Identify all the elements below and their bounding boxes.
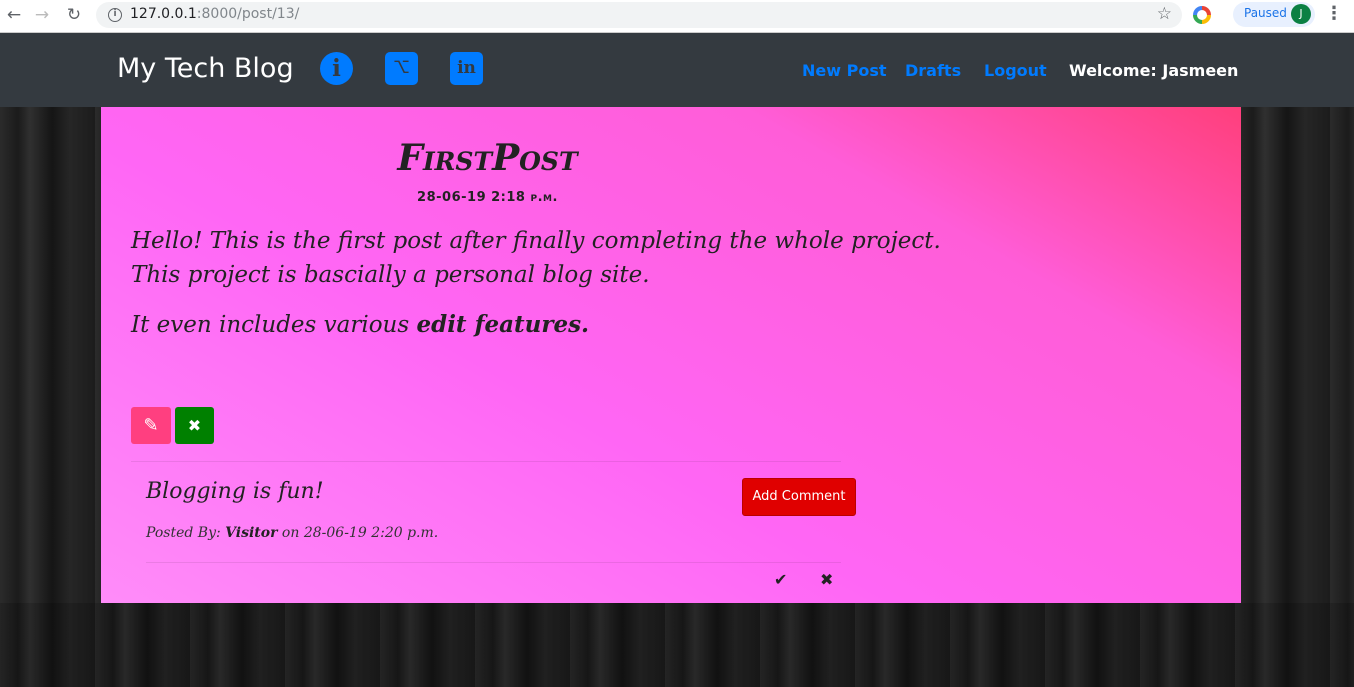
comment-text: Blogging is fun! <box>146 479 324 504</box>
profile-status: Paused <box>1244 6 1287 20</box>
check-icon[interactable]: ✔ <box>774 570 787 589</box>
post-date: 28-06-19 2:18 p.m. <box>417 190 558 205</box>
profile-button[interactable]: Paused J <box>1233 2 1315 27</box>
drafts-link[interactable]: Drafts <box>905 61 961 80</box>
welcome-text: Welcome: Jasmeen <box>1069 61 1239 80</box>
address-bar[interactable]: i 127.0.0.1:8000/post/13/ ☆ <box>96 2 1182 28</box>
pencil-icon: ✎ <box>143 415 159 436</box>
close-icon[interactable]: ✖ <box>820 570 833 589</box>
new-post-link[interactable]: New Post <box>802 61 886 80</box>
post-body-line-1: Hello! This is the first post after fina… <box>131 228 941 254</box>
url-text[interactable]: 127.0.0.1:8000/post/13/ <box>130 6 299 22</box>
bookmark-star-icon[interactable]: ☆ <box>1157 4 1172 24</box>
close-icon: ✖ <box>187 416 202 435</box>
info-icon[interactable]: i <box>108 8 122 22</box>
edit-post-button[interactable]: ✎ <box>131 407 171 444</box>
post-body-line-2: This project is bascially a personal blo… <box>131 262 650 288</box>
extension-icon[interactable] <box>1193 6 1211 24</box>
comment-author: Visitor <box>225 525 278 541</box>
divider <box>146 562 841 563</box>
post-body-bold: edit features. <box>416 311 590 338</box>
back-arrow-icon[interactable]: ← <box>2 4 26 26</box>
site-navbar: My Tech Blog i ⌥ in New Post Drafts Logo… <box>0 33 1354 107</box>
divider <box>131 461 841 462</box>
menu-dots-icon[interactable]: ⋮ <box>1325 3 1343 24</box>
add-comment-button[interactable]: Add Comment <box>742 478 856 516</box>
background-shade <box>0 603 1354 687</box>
post-title: FirstPost <box>397 137 578 179</box>
url-host: 127.0.0.1 <box>130 6 197 22</box>
forward-arrow-icon[interactable]: → <box>30 4 54 26</box>
logout-link[interactable]: Logout <box>984 61 1047 80</box>
reload-icon[interactable]: ↻ <box>62 4 86 26</box>
github-icon[interactable]: ⌥ <box>385 52 418 85</box>
on-label: on <box>277 525 304 541</box>
comment-timestamp: 28-06-19 2:20 p.m. <box>303 525 439 541</box>
info-circle-icon[interactable]: i <box>320 52 353 85</box>
delete-post-button[interactable]: ✖ <box>175 407 214 444</box>
avatar: J <box>1291 4 1311 24</box>
posted-by-label: Posted By: <box>146 525 226 541</box>
post-body-line-3: It even includes various edit features. <box>131 311 589 338</box>
browser-toolbar: ← → ↻ i 127.0.0.1:8000/post/13/ ☆ Paused… <box>0 0 1354 33</box>
url-path: :8000/post/13/ <box>196 6 300 22</box>
post-body-text: It even includes various <box>131 312 417 338</box>
comment-meta: Posted By: Visitor on 28-06-19 2:20 p.m. <box>146 525 438 541</box>
linkedin-icon[interactable]: in <box>450 52 483 85</box>
brand-link[interactable]: My Tech Blog <box>117 53 294 84</box>
